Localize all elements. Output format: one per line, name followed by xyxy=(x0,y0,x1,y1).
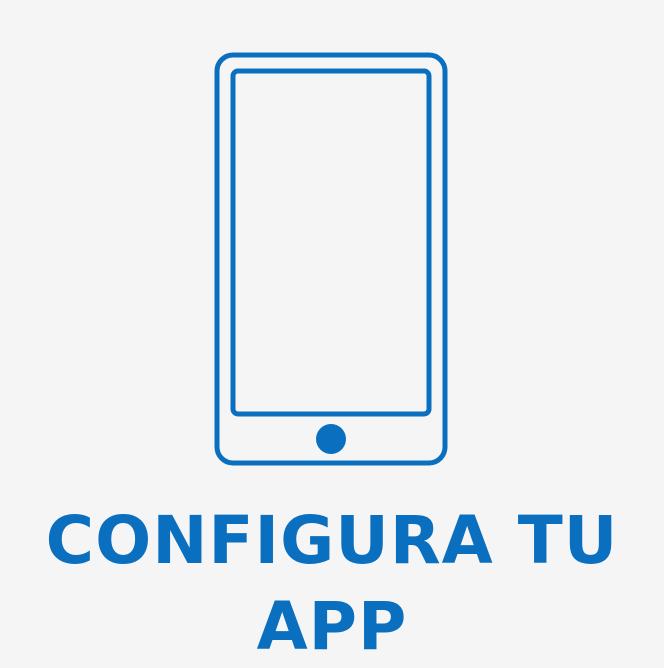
graphic-canvas: CONFIGURA TU APP xyxy=(0,0,664,668)
caption: CONFIGURA TU APP xyxy=(0,498,664,668)
smartphone-icon xyxy=(214,52,448,466)
phone-screen xyxy=(230,68,432,417)
home-button xyxy=(316,424,346,454)
caption-line-2: APP xyxy=(256,588,408,665)
phone-body xyxy=(214,52,448,466)
caption-line-1: CONFIGURA TU xyxy=(45,502,619,579)
